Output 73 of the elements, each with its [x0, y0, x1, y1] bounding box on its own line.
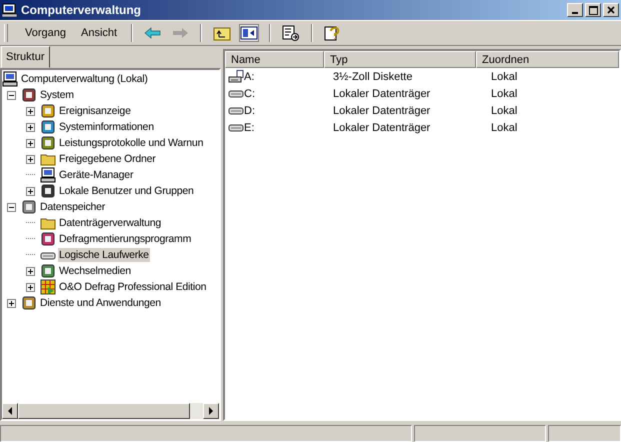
- tree-item[interactable]: Leistungsprotokolle und Warnun: [58, 136, 204, 150]
- node-icon: [40, 135, 56, 151]
- close-button[interactable]: [603, 3, 619, 17]
- grid-icon: [40, 279, 56, 295]
- drive-name[interactable]: A:: [244, 70, 254, 82]
- computer-icon: [2, 3, 18, 17]
- tree-item[interactable]: System: [39, 88, 75, 102]
- expand-toggle[interactable]: [26, 122, 35, 132]
- tree-item[interactable]: O&O Defrag Professional Edition: [58, 280, 208, 294]
- tree-item[interactable]: Ereignisanzeige: [58, 104, 132, 118]
- floppy-drive-icon: [228, 70, 244, 84]
- tree-item[interactable]: Lokale Benutzer und Gruppen: [58, 184, 195, 198]
- tree-item[interactable]: Dienste und Anwendungen: [39, 296, 162, 310]
- tree-item[interactable]: Logische Laufwerke: [58, 248, 150, 262]
- table-cell: Lokaler Datenträger: [333, 104, 430, 116]
- table-cell: Lokal: [491, 104, 518, 116]
- maximize-icon: [588, 6, 598, 14]
- export-list-icon[interactable]: [282, 25, 300, 41]
- menu-item[interactable]: Ansicht: [74, 25, 124, 41]
- table-cell: 3½-Zoll Diskette: [333, 70, 412, 82]
- scroll-left-button[interactable]: [2, 403, 18, 419]
- window-title: Computerverwaltung: [21, 3, 142, 17]
- folder-up-icon[interactable]: [213, 25, 232, 41]
- show-tree-icon[interactable]: [240, 25, 258, 41]
- node-icon: [21, 199, 37, 215]
- expand-toggle[interactable]: [26, 154, 35, 164]
- expand-toggle[interactable]: [26, 106, 35, 116]
- expand-toggle[interactable]: [26, 282, 35, 292]
- scrollbar-thumb[interactable]: [18, 403, 190, 419]
- expand-toggle[interactable]: [7, 298, 16, 308]
- tree-item[interactable]: Datenträgerverwaltung: [58, 216, 162, 230]
- table-cell: Lokal: [491, 122, 518, 134]
- scrollbar-track[interactable]: [190, 403, 203, 419]
- tree-item[interactable]: Wechselmedien: [58, 264, 132, 278]
- drive-name[interactable]: D:: [244, 104, 255, 116]
- right-arrow-icon: [208, 407, 214, 415]
- node-icon: [40, 183, 56, 199]
- tree-item[interactable]: Computerverwaltung (Lokal): [20, 72, 149, 86]
- drive-name[interactable]: E:: [244, 122, 254, 134]
- expand-toggle[interactable]: [7, 202, 16, 212]
- maximize-button[interactable]: [585, 3, 601, 17]
- column-header[interactable]: Zuordnen: [476, 51, 619, 68]
- tree-item[interactable]: Geräte-Manager: [58, 168, 134, 182]
- close-icon: [607, 6, 615, 14]
- scroll-right-button[interactable]: [203, 403, 219, 419]
- node-icon: [40, 103, 56, 119]
- tree-item[interactable]: Freigegebene Ordner: [58, 152, 157, 166]
- back-arrow-icon[interactable]: [144, 26, 162, 40]
- horizontal-scrollbar[interactable]: [2, 403, 219, 419]
- column-header[interactable]: Typ: [324, 51, 476, 68]
- table-cell: Lokal: [491, 70, 518, 82]
- computer-icon: [40, 167, 56, 183]
- table-cell: Lokaler Datenträger: [333, 122, 430, 134]
- minimize-button[interactable]: [567, 3, 583, 17]
- node-icon: [21, 87, 37, 103]
- table-cell: Lokaler Datenträger: [333, 88, 430, 100]
- node-icon: [40, 231, 56, 247]
- table-cell: Lokal: [491, 88, 518, 100]
- tab[interactable]: Struktur: [1, 46, 50, 68]
- expand-toggle[interactable]: [7, 90, 16, 100]
- tree-item[interactable]: Systeminformationen: [58, 120, 155, 134]
- tree-item[interactable]: Datenspeicher: [39, 200, 106, 214]
- node-icon: [40, 119, 56, 135]
- expand-toggle[interactable]: [26, 138, 35, 148]
- expand-toggle[interactable]: [26, 266, 35, 276]
- menu-item[interactable]: Vorgang: [19, 25, 72, 41]
- node-icon: [21, 295, 37, 311]
- drive-name[interactable]: C:: [244, 88, 255, 100]
- expand-toggle[interactable]: [26, 186, 35, 196]
- tree-item[interactable]: Defragmentierungsprogramm: [58, 232, 192, 246]
- column-header[interactable]: Name: [225, 51, 324, 68]
- left-arrow-icon: [7, 407, 13, 415]
- node-icon: [40, 263, 56, 279]
